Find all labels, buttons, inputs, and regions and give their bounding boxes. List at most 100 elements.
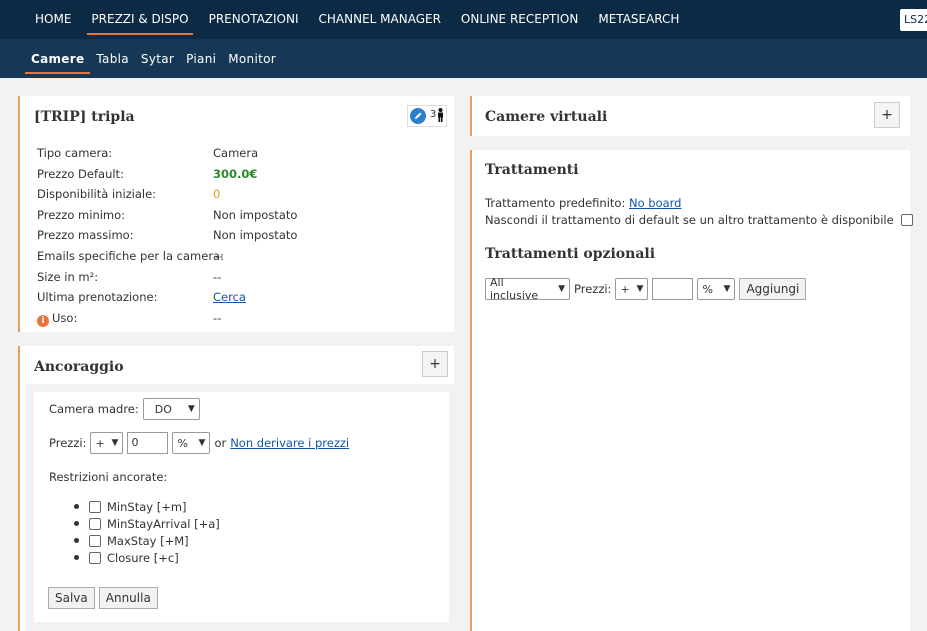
prop-value: -- — [213, 269, 222, 284]
prop-label: Uso: — [52, 310, 78, 325]
optional-treatments-title: Trattamenti opzionali — [485, 246, 656, 262]
room-edit-widget: 3 — [407, 105, 447, 127]
default-treatment-row: Trattamento predefinito: No board — [485, 196, 682, 210]
list-item: MinStayArrival [+a] — [74, 515, 220, 532]
prop-label: Prezzo Default: — [37, 166, 124, 181]
hide-default-checkbox[interactable] — [901, 214, 914, 226]
unit-select[interactable]: % ▼ — [697, 278, 736, 300]
prop-value: Non impostato — [213, 228, 298, 243]
treatment-select-value: All inclusive — [490, 276, 539, 302]
anchor-unit-select-value: % — [177, 436, 188, 450]
prop-label: Ultima prenotazione: — [37, 290, 158, 305]
restriction-label: MinStayArrival [+a] — [107, 516, 220, 531]
anchor-amount-input[interactable]: 0 — [127, 432, 169, 454]
minstayarrival-checkbox[interactable] — [89, 517, 101, 530]
anchoring-title: Ancoraggio — [34, 359, 124, 375]
prop-row: Size in m²: -- — [37, 270, 437, 291]
amount-input[interactable] — [652, 278, 694, 300]
room-details-panel: [TRIP] tripla 3 Tipo camera: Camera Prez… — [18, 96, 454, 332]
minstay-checkbox[interactable] — [89, 500, 101, 513]
mother-room-label: Camera madre: — [49, 402, 139, 416]
treatments-panel: Trattamenti Trattamento predefinito: No … — [470, 150, 914, 631]
closure-checkbox[interactable] — [89, 551, 101, 564]
nav-home[interactable]: HOME — [25, 0, 81, 39]
prop-label: Disponibilità iniziale: — [37, 187, 157, 202]
sign-select-value: + — [620, 282, 630, 296]
prop-label: Tipo camera: — [37, 146, 113, 160]
prop-label: Size in m²: — [37, 269, 99, 284]
prop-value: -- — [215, 248, 224, 263]
room-title: [TRIP] tripla — [34, 109, 135, 125]
save-button[interactable]: Salva — [48, 587, 95, 609]
subnav-tabla[interactable]: Tabla — [90, 39, 135, 78]
prop-label: Prezzo massimo: — [37, 228, 134, 243]
info-icon[interactable]: i — [37, 314, 49, 327]
prop-row: Ultima prenotazione: Cerca — [37, 290, 437, 311]
restrictions-label: Restrizioni ancorate: — [49, 470, 168, 484]
nav-metasearch[interactable]: METASEARCH — [588, 0, 689, 39]
no-derive-prices-link[interactable]: Non derivare i prezzi — [230, 436, 349, 450]
restrictions-list: MinStay [+m] MinStayArrival [+a] MaxStay… — [74, 498, 220, 566]
anchoring-panel: Ancoraggio + Camera madre: DO ▼ Prezzi: +… — [18, 346, 456, 631]
sub-navbar: Camere Tabla Sytar Piani Monitor — [0, 39, 927, 78]
default-price-value: 300.0€ — [213, 166, 258, 181]
prop-value: Non impostato — [213, 207, 298, 222]
prop-label: Emails specifiche per la camera: — [37, 248, 224, 263]
subnav-sytar[interactable]: Sytar — [135, 39, 180, 78]
hide-default-row: Nascondi il trattamento di default se un… — [485, 213, 914, 227]
add-treatment-button[interactable]: Aggiungi — [739, 278, 807, 300]
edit-pencil-icon[interactable] — [410, 108, 426, 124]
add-virtual-room-button[interactable]: + — [874, 102, 900, 128]
maxstay-checkbox[interactable] — [89, 534, 101, 547]
main-nav: HOME PREZZI & DISPO PRENOTAZIONI CHANNEL… — [25, 0, 689, 39]
mother-room-select[interactable]: DO ▼ — [142, 398, 200, 420]
top-navbar: HOME PREZZI & DISPO PRENOTAZIONI CHANNEL… — [0, 0, 927, 39]
mother-room-row: Camera madre: DO ▼ — [49, 398, 200, 420]
nav-prenotazioni[interactable]: PRENOTAZIONI — [199, 0, 309, 39]
unit-select-value: % — [702, 282, 713, 296]
subnav-camere[interactable]: Camere — [25, 39, 91, 78]
prop-row: Emails specifiche per la camera: -- — [37, 249, 437, 270]
restriction-label: Closure [+c] — [107, 550, 179, 565]
bullet — [74, 521, 79, 526]
list-item: MinStay [+m] — [74, 498, 220, 515]
anchor-unit-select[interactable]: % ▼ — [172, 432, 211, 454]
nav-channel-manager[interactable]: CHANNEL MANAGER — [309, 0, 451, 39]
anchor-actions: Salva Annulla — [48, 587, 158, 609]
person-icon — [437, 107, 444, 125]
or-text: or — [214, 436, 227, 450]
occupancy-count: 3 — [430, 108, 437, 120]
anchor-sign-select-value: + — [95, 436, 105, 450]
list-item: MaxStay [+M] — [74, 532, 220, 549]
virtual-rooms-title: Camere virtuali — [485, 109, 608, 125]
subnav-piani[interactable]: Piani — [180, 39, 222, 78]
sign-select[interactable]: + ▼ — [615, 278, 649, 300]
anchoring-body: Camera madre: DO ▼ Prezzi: + ▼ 0 % ▼ or Non… — [26, 384, 456, 631]
prop-row: Tipo camera: Camera — [37, 146, 437, 167]
search-booking-link[interactable]: Cerca — [213, 290, 246, 304]
prop-row: Prezzo minimo: Non impostato — [37, 208, 437, 229]
property-badge[interactable]: LS22 — [900, 9, 927, 31]
nav-prezzi-dispo[interactable]: PREZZI & DISPO — [81, 0, 198, 39]
subnav-monitor[interactable]: Monitor — [222, 39, 282, 78]
cancel-button[interactable]: Annulla — [98, 587, 158, 609]
chevron-down-icon: ▼ — [636, 284, 644, 294]
prop-label: Prezzo minimo: — [37, 207, 126, 222]
default-treatment-link[interactable]: No board — [629, 196, 682, 210]
anchor-sign-select[interactable]: + ▼ — [90, 432, 124, 454]
nav-online-reception[interactable]: ONLINE RECEPTION — [451, 0, 588, 39]
initial-availability-value: 0 — [213, 187, 221, 202]
anchoring-form: Camera madre: DO ▼ Prezzi: + ▼ 0 % ▼ or Non… — [34, 392, 449, 622]
add-anchor-button[interactable]: + — [422, 351, 448, 377]
treatments-title: Trattamenti — [485, 162, 579, 178]
restriction-label: MaxStay [+M] — [107, 533, 189, 548]
prop-value: Camera — [213, 146, 259, 160]
restriction-label: MinStay [+m] — [107, 499, 187, 514]
bullet — [74, 504, 79, 509]
chevron-down-icon: ▼ — [187, 404, 195, 414]
treatment-select[interactable]: All inclusive ▼ — [485, 276, 570, 302]
default-treatment-label: Trattamento predefinito: — [485, 196, 626, 210]
sub-nav: Camere Tabla Sytar Piani Monitor — [25, 39, 282, 78]
bullet — [74, 555, 79, 560]
chevron-down-icon: ▼ — [111, 438, 119, 448]
